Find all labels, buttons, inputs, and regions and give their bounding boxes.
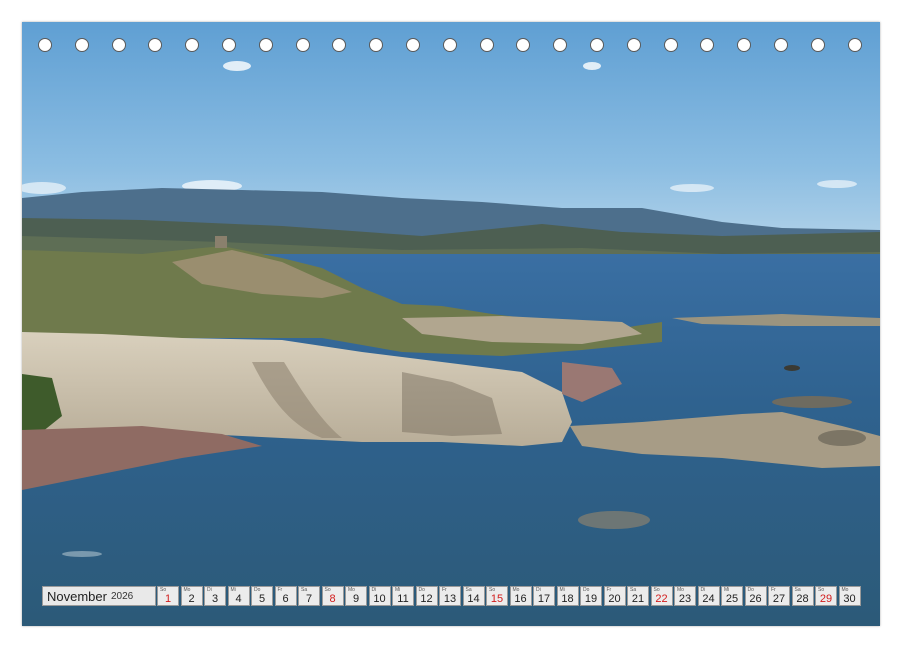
day-cell: Di 3	[204, 586, 226, 606]
binding-ring	[553, 38, 568, 52]
day-number: 10	[373, 593, 386, 605]
day-cell: Mo 30	[838, 586, 861, 606]
binding-ring	[516, 38, 531, 52]
day-number: 19	[584, 593, 598, 605]
month-label: November 2026	[42, 586, 156, 606]
day-number: 17	[537, 593, 551, 605]
day-number: 14	[467, 593, 480, 605]
day-number: 13	[443, 593, 457, 605]
day-number: 22	[655, 593, 668, 605]
day-number: 9	[352, 593, 360, 605]
coastal-landscape-photo	[22, 22, 880, 626]
binding-ring	[369, 38, 384, 52]
day-cell: Mo 2	[180, 586, 203, 606]
binding-ring	[774, 38, 788, 52]
day-cell: Do 12	[415, 586, 438, 606]
spiral-binding	[22, 38, 880, 58]
day-number: 23	[678, 593, 692, 605]
day-number: 2	[188, 593, 195, 605]
day-cell: Mo 9	[345, 586, 367, 606]
binding-ring	[847, 38, 862, 52]
day-cell: So 15	[486, 586, 508, 606]
day-number: 5	[258, 593, 266, 605]
day-cells: So 1 Mo 2 Di 3 Mi 4 Do 5 Fr 6 Sa 7 So 8 Mo 9 Di 10 Mi 11 Do 12 F…	[157, 586, 862, 606]
day-cell: Do 26	[744, 586, 767, 606]
binding-ring	[406, 38, 420, 52]
day-number: 25	[725, 593, 739, 605]
day-cell: Fr 6	[274, 586, 297, 606]
binding-ring	[295, 38, 310, 52]
day-cell: Fr 20	[603, 586, 626, 606]
calendar-strip: November 2026 So 1 Mo 2 Di 3 Mi 4 Do 5 Fr 6 Sa 7 So 8 Mo…	[42, 586, 862, 606]
day-cell: Sa 28	[791, 586, 814, 606]
day-number: 15	[490, 593, 504, 605]
binding-ring	[663, 38, 678, 52]
day-number: 4	[235, 593, 242, 605]
binding-ring	[38, 38, 52, 52]
day-cell: Sa 7	[298, 586, 320, 606]
day-cell: So 8	[321, 586, 344, 606]
day-number: 27	[772, 593, 786, 605]
binding-ring	[111, 38, 126, 52]
binding-ring	[442, 38, 457, 52]
binding-ring	[74, 38, 89, 52]
day-cell: So 1	[157, 586, 179, 606]
day-cell: Fr 27	[768, 586, 790, 606]
day-cell: Do 19	[580, 586, 602, 606]
day-number: 21	[631, 593, 645, 605]
binding-ring	[258, 38, 273, 52]
day-number: 20	[608, 593, 621, 605]
day-cell: Do 5	[251, 586, 273, 606]
binding-ring	[626, 38, 641, 52]
day-number: 26	[749, 593, 762, 605]
day-cell: Di 10	[368, 586, 391, 606]
day-cell: So 22	[650, 586, 673, 606]
day-cell: So 29	[815, 586, 837, 606]
day-number: 12	[420, 593, 433, 605]
day-cell: Mi 4	[227, 586, 250, 606]
binding-ring	[737, 38, 752, 52]
binding-ring	[590, 38, 604, 52]
day-number: 28	[796, 593, 809, 605]
day-cell: Mi 11	[392, 586, 414, 606]
day-cell: Mi 25	[721, 586, 743, 606]
day-cell: Di 17	[533, 586, 555, 606]
day-cell: Mo 16	[509, 586, 532, 606]
day-number: 3	[211, 593, 219, 605]
day-number: 18	[561, 593, 574, 605]
calendar-page: November 2026 So 1 Mo 2 Di 3 Mi 4 Do 5 Fr 6 Sa 7 So 8 Mo…	[0, 0, 902, 648]
binding-ring	[700, 38, 715, 52]
binding-ring	[148, 38, 163, 52]
day-number: 29	[819, 593, 833, 605]
day-number: 6	[282, 593, 289, 605]
day-number: 30	[843, 593, 856, 605]
day-number: 7	[305, 593, 313, 605]
day-number: 11	[397, 593, 409, 605]
binding-ring	[222, 38, 236, 52]
day-number: 24	[702, 593, 715, 605]
binding-ring	[332, 38, 347, 52]
day-number: 16	[514, 593, 527, 605]
binding-ring	[479, 38, 494, 52]
day-cell: Sa 21	[627, 586, 649, 606]
year-label: 2026	[110, 590, 134, 602]
day-number: 1	[164, 593, 172, 605]
month-name: November	[47, 588, 107, 604]
day-cell: Sa 14	[462, 586, 485, 606]
day-cell: Mi 18	[556, 586, 579, 606]
day-cell: Di 24	[697, 586, 720, 606]
binding-ring	[810, 38, 825, 52]
day-cell: Mo 23	[674, 586, 696, 606]
binding-ring	[185, 38, 200, 52]
day-cell: Fr 13	[439, 586, 461, 606]
day-number: 8	[329, 593, 336, 605]
